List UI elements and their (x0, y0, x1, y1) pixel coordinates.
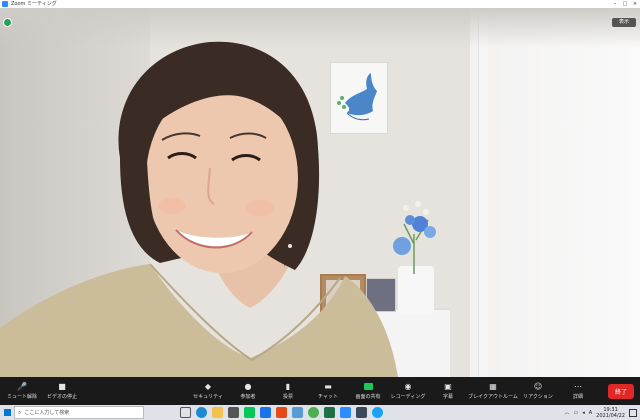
zoom-app-icon (2, 1, 8, 7)
chevron-up-icon[interactable]: ︿ (564, 409, 569, 416)
taskbar-clock[interactable]: 19:31 2021/04/22 (596, 407, 625, 419)
microphone-muted-icon: 🎤 (17, 382, 27, 391)
encryption-shield-icon[interactable] (3, 18, 12, 27)
view-button[interactable]: 表示 (612, 18, 636, 27)
chrome-icon[interactable] (308, 407, 319, 418)
breakout-rooms-icon: ▦ (489, 382, 497, 391)
share-screen-button[interactable]: 画面の共有 (348, 377, 388, 405)
app-icon[interactable] (356, 407, 367, 418)
ellipsis-icon: ⋯ (574, 382, 582, 391)
ime-indicator[interactable]: A (589, 410, 592, 416)
end-meeting-button[interactable]: 終了 (607, 383, 634, 399)
record-icon: ◉ (404, 382, 412, 391)
twitter-icon[interactable] (372, 407, 383, 418)
maximize-button[interactable]: □ (620, 0, 630, 8)
chat-bubble-icon: ▬ (324, 382, 332, 391)
zoom-window: Zoom ミーティング – □ × 表示 🎤 ミュート解除 ■ ビデオの停止 ◆… (0, 0, 640, 420)
taskbar-search-box[interactable]: ⌕ ここに入力して検索 (14, 406, 144, 419)
windows-logo-icon (3, 409, 11, 416)
edge-icon[interactable] (196, 407, 207, 418)
store-icon[interactable] (228, 407, 239, 418)
share-screen-icon (363, 383, 373, 390)
taskbar-pinned-apps (180, 407, 388, 418)
toolbar-center-group: ◆ セキュリティ ● 参加者 ▮ 投票 ▬ チャット 画面の共有 ◉ レコーディ… (188, 377, 598, 405)
photos-icon[interactable] (292, 407, 303, 418)
file-explorer-icon[interactable] (212, 407, 223, 418)
bar-chart-icon: ▮ (285, 382, 291, 391)
captions-button[interactable]: ▣ 字幕 (428, 377, 468, 405)
window-controls: – □ × (610, 0, 640, 8)
participants-button[interactable]: ● 参加者 (228, 377, 268, 405)
office-icon[interactable] (276, 407, 287, 418)
excel-icon[interactable] (324, 407, 335, 418)
volume-icon[interactable]: ◂ (582, 410, 585, 416)
cc-icon: ▣ (444, 382, 452, 391)
system-tray: ︿ ▭ ◂ A 19:31 2021/04/22 (564, 407, 640, 419)
close-button[interactable]: × (630, 0, 640, 8)
search-icon: ⌕ (18, 408, 22, 416)
video-camera-icon: ■ (58, 382, 66, 391)
video-button[interactable]: ■ ビデオの停止 (42, 377, 82, 405)
video-feed: 表示 (0, 8, 640, 377)
windows-taskbar: ⌕ ここに入力して検索 ︿ ▭ ◂ A 19:31 2021/04/22 (0, 405, 640, 420)
minimize-button[interactable]: – (610, 0, 620, 8)
mute-button[interactable]: 🎤 ミュート解除 (2, 377, 42, 405)
task-view-icon[interactable] (180, 407, 191, 418)
network-icon[interactable]: ▭ (574, 410, 579, 416)
record-button[interactable]: ◉ レコーディング (388, 377, 428, 405)
notification-icon[interactable] (629, 408, 637, 417)
clock-date: 2021/04/22 (596, 412, 625, 419)
meeting-toolbar: 🎤 ミュート解除 ■ ビデオの停止 ◆ セキュリティ ● 参加者 ▮ 投票 ▬ (0, 377, 640, 405)
more-button[interactable]: ⋯ 詳細 (558, 377, 598, 405)
mail-icon[interactable] (260, 407, 271, 418)
polls-button[interactable]: ▮ 投票 (268, 377, 308, 405)
window-title: Zoom ミーティング (11, 1, 57, 7)
participant-video (0, 41, 398, 377)
reactions-button[interactable]: ☺ リアクション (518, 377, 558, 405)
title-bar: Zoom ミーティング – □ × (0, 0, 640, 8)
breakout-rooms-button[interactable]: ▦ ブレイクアウトルーム (468, 377, 518, 405)
start-button[interactable] (0, 405, 14, 420)
zoom-icon[interactable] (340, 407, 351, 418)
toolbar-left-group: 🎤 ミュート解除 ■ ビデオの停止 (2, 377, 82, 405)
search-placeholder: ここに入力して検索 (24, 410, 70, 416)
chat-button[interactable]: ▬ チャット (308, 377, 348, 405)
line-icon[interactable] (244, 407, 255, 418)
security-button[interactable]: ◆ セキュリティ (188, 377, 228, 405)
shield-icon: ◆ (204, 382, 212, 391)
smiley-icon: ☺ (533, 382, 543, 391)
participants-icon: ● (244, 382, 252, 391)
